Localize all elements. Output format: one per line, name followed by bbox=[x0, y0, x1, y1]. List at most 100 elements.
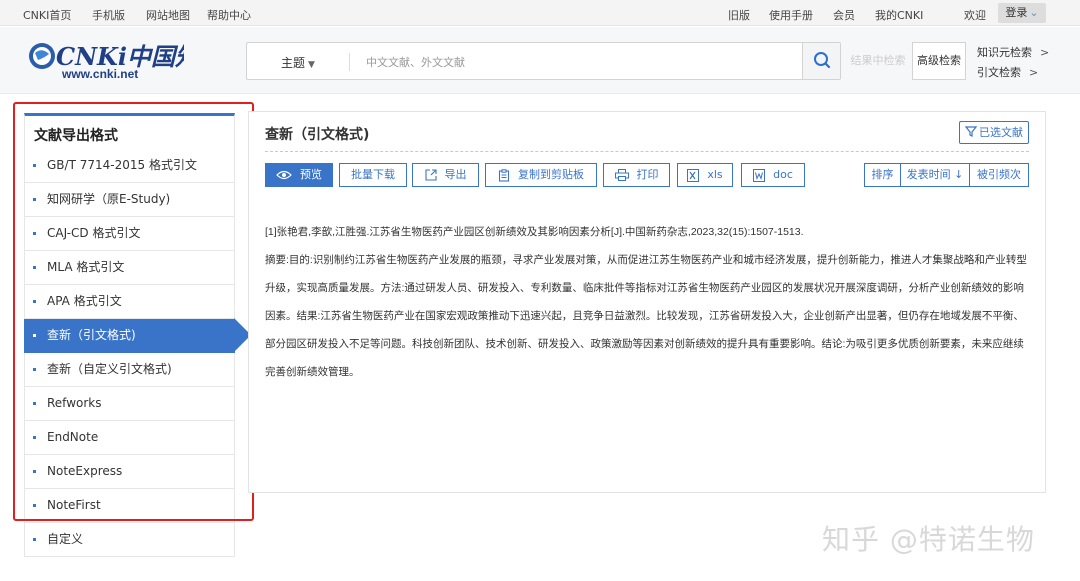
search-in-results-button[interactable]: 结果中检索 bbox=[848, 42, 908, 80]
sidebar-title: 文献导出格式 bbox=[24, 113, 235, 149]
export-button[interactable]: 导出 bbox=[412, 163, 479, 187]
caret-down-icon: ▼ bbox=[308, 60, 315, 70]
bullet-icon bbox=[33, 368, 36, 371]
citation-preview: [1]张艳君,李歆,江胜强.江苏省生物医药产业园区创新绩效及其影响因素分析[J]… bbox=[265, 218, 1029, 386]
export-label: 导出 bbox=[444, 168, 467, 181]
sidebar-item-apa[interactable]: APA 格式引文 bbox=[24, 285, 235, 319]
sidebar-item-cajcd[interactable]: CAJ-CD 格式引文 bbox=[24, 217, 235, 251]
search-box: 主题 ▼ 中文文献、外文文献 bbox=[246, 42, 841, 80]
sidebar-item-label: 查新（自定义引文格式) bbox=[47, 362, 172, 376]
old-version-link[interactable]: 旧版 bbox=[728, 7, 750, 23]
export-xls-button[interactable]: xls bbox=[677, 163, 733, 187]
cnki-logo-icon: CNKi中国知网 www.cnki.net bbox=[29, 42, 227, 81]
sidebar-item-label: NoteFirst bbox=[47, 498, 101, 512]
citation-reference: [1]张艳君,李歆,江胜强.江苏省生物医药产业园区创新绩效及其影响因素分析[J]… bbox=[265, 226, 804, 238]
eye-icon bbox=[276, 170, 292, 180]
sidebar-item-label: 自定义 bbox=[47, 532, 84, 546]
sidebar-item-noteexpress[interactable]: NoteExpress bbox=[24, 455, 235, 489]
filter-icon bbox=[964, 126, 978, 137]
zhihu-watermark: 知乎 @特诺生物 bbox=[822, 523, 1035, 556]
bullet-icon bbox=[33, 334, 36, 337]
citation-search-link[interactable]: 引文检索 > bbox=[977, 64, 1038, 80]
sidebar-item-label: 查新（引文格式) bbox=[47, 328, 136, 342]
sidebar-item-novelty-custom[interactable]: 查新（自定义引文格式) bbox=[24, 353, 235, 387]
sitemap-link[interactable]: 网站地图 bbox=[146, 7, 190, 23]
search-separator bbox=[349, 53, 350, 71]
clipboard-icon bbox=[498, 168, 510, 182]
bullet-icon bbox=[33, 436, 36, 439]
sidebar-item-mla[interactable]: MLA 格式引文 bbox=[24, 251, 235, 285]
sort-label-button[interactable]: 排序 bbox=[864, 163, 901, 187]
search-field-select[interactable]: 主题 ▼ bbox=[281, 54, 315, 71]
bullet-icon bbox=[33, 538, 36, 541]
sidebar-item-label: MLA 格式引文 bbox=[47, 260, 125, 274]
header: CNKi中国知网 www.cnki.net 主题▼ 中文文献、外文文献 结果中检… bbox=[0, 27, 1080, 94]
search-icon bbox=[814, 52, 831, 69]
citation-search-label: 引文检索 bbox=[977, 66, 1021, 79]
sidebar-item-label: GB/T 7714-2015 格式引文 bbox=[47, 158, 197, 172]
knowledge-search-link[interactable]: 知识元检索 > bbox=[977, 44, 1049, 60]
search-input[interactable]: 中文文献、外文文献 bbox=[366, 54, 465, 70]
export-doc-button[interactable]: doc bbox=[741, 163, 805, 187]
arrow-down-icon: ↓ bbox=[950, 168, 964, 181]
page-title: 查新（引文格式) bbox=[265, 127, 370, 143]
cnki-logo[interactable]: CNKi中国知网 www.cnki.net bbox=[26, 38, 227, 82]
sidebar-item-novelty-citation[interactable]: 查新（引文格式) bbox=[24, 318, 251, 353]
citation-abstract: 摘要:目的:识别制约江苏省生物医药产业发展的瓶颈，寻求产业发展对策，从而促进江苏… bbox=[265, 254, 1027, 378]
sidebar-item-label: CAJ-CD 格式引文 bbox=[47, 226, 141, 240]
logo-url-text: www.cnki.net bbox=[61, 67, 138, 81]
sidebar-item-endnote[interactable]: EndNote bbox=[24, 421, 235, 455]
sidebar-item-label: Refworks bbox=[47, 396, 102, 410]
chevron-right-icon: > bbox=[1040, 46, 1050, 59]
citation-panel: 查新（引文格式) 已选文献 预览 批量下载 导出 复制到剪贴板 打印 xls d… bbox=[248, 111, 1046, 493]
sidebar-item-refworks[interactable]: Refworks bbox=[24, 387, 235, 421]
title-divider bbox=[265, 151, 1029, 152]
bullet-icon bbox=[33, 198, 36, 201]
preview-label: 预览 bbox=[300, 168, 322, 181]
sidebar-item-custom[interactable]: 自定义 bbox=[24, 523, 235, 557]
selected-docs-button[interactable]: 已选文献 bbox=[959, 121, 1029, 144]
mobile-link[interactable]: 手机版 bbox=[92, 7, 125, 23]
export-icon bbox=[424, 169, 437, 181]
sidebar-item-notefirst[interactable]: NoteFirst bbox=[24, 489, 235, 523]
sidebar-item-gbt7714[interactable]: GB/T 7714-2015 格式引文 bbox=[24, 149, 235, 183]
sidebar-item-label: APA 格式引文 bbox=[47, 294, 122, 308]
chevron-right-icon: > bbox=[1029, 66, 1039, 79]
cnki-home-link[interactable]: CNKI首页 bbox=[23, 7, 71, 23]
batch-download-button[interactable]: 批量下载 bbox=[339, 163, 407, 187]
bullet-icon bbox=[33, 232, 36, 235]
bullet-icon bbox=[33, 504, 36, 507]
help-center-link[interactable]: 帮助中心 bbox=[207, 7, 251, 23]
sort-by-date-label: 发表时间 bbox=[906, 168, 951, 181]
bullet-icon bbox=[33, 300, 36, 303]
bullet-icon bbox=[33, 402, 36, 405]
xls-label: xls bbox=[707, 168, 723, 181]
sort-by-cited-button[interactable]: 被引频次 bbox=[969, 163, 1029, 187]
top-bar: CNKI首页 手机版 网站地图 帮助中心 旧版 使用手册 会员 我的CNKI 欢… bbox=[0, 0, 1080, 26]
login-label: 登录 bbox=[1005, 6, 1028, 19]
excel-file-icon bbox=[687, 168, 700, 182]
knowledge-search-label: 知识元检索 bbox=[977, 46, 1032, 59]
welcome-text: 欢迎 bbox=[964, 9, 986, 22]
print-label: 打印 bbox=[636, 168, 659, 181]
bullet-icon bbox=[33, 164, 36, 167]
sidebar-item-estudy[interactable]: 知网研学（原E-Study) bbox=[24, 183, 235, 217]
advanced-search-button[interactable]: 高级检索 bbox=[912, 42, 966, 80]
manual-link[interactable]: 使用手册 bbox=[769, 7, 813, 23]
search-button[interactable] bbox=[802, 43, 840, 79]
doc-label: doc bbox=[773, 168, 793, 181]
chevron-down-icon: ⌄ bbox=[1029, 6, 1039, 19]
sidebar-item-label: EndNote bbox=[47, 430, 99, 444]
search-field-label: 主题 bbox=[281, 56, 306, 70]
login-button[interactable]: 登录 ⌄ bbox=[998, 3, 1046, 23]
sidebar-item-label: NoteExpress bbox=[47, 464, 123, 478]
copy-to-clipboard-button[interactable]: 复制到剪贴板 bbox=[485, 163, 597, 187]
preview-button[interactable]: 预览 bbox=[265, 163, 333, 187]
word-file-icon bbox=[753, 168, 766, 182]
export-format-sidebar: 文献导出格式 GB/T 7714-2015 格式引文 知网研学（原E-Study… bbox=[24, 113, 251, 557]
my-cnki-link[interactable]: 我的CNKI bbox=[875, 7, 923, 23]
sort-by-date-button[interactable]: 发表时间 ↓ bbox=[900, 163, 970, 187]
print-button[interactable]: 打印 bbox=[603, 163, 670, 187]
sidebar-item-label: 知网研学（原E-Study) bbox=[47, 192, 171, 206]
member-link[interactable]: 会员 bbox=[833, 7, 855, 23]
